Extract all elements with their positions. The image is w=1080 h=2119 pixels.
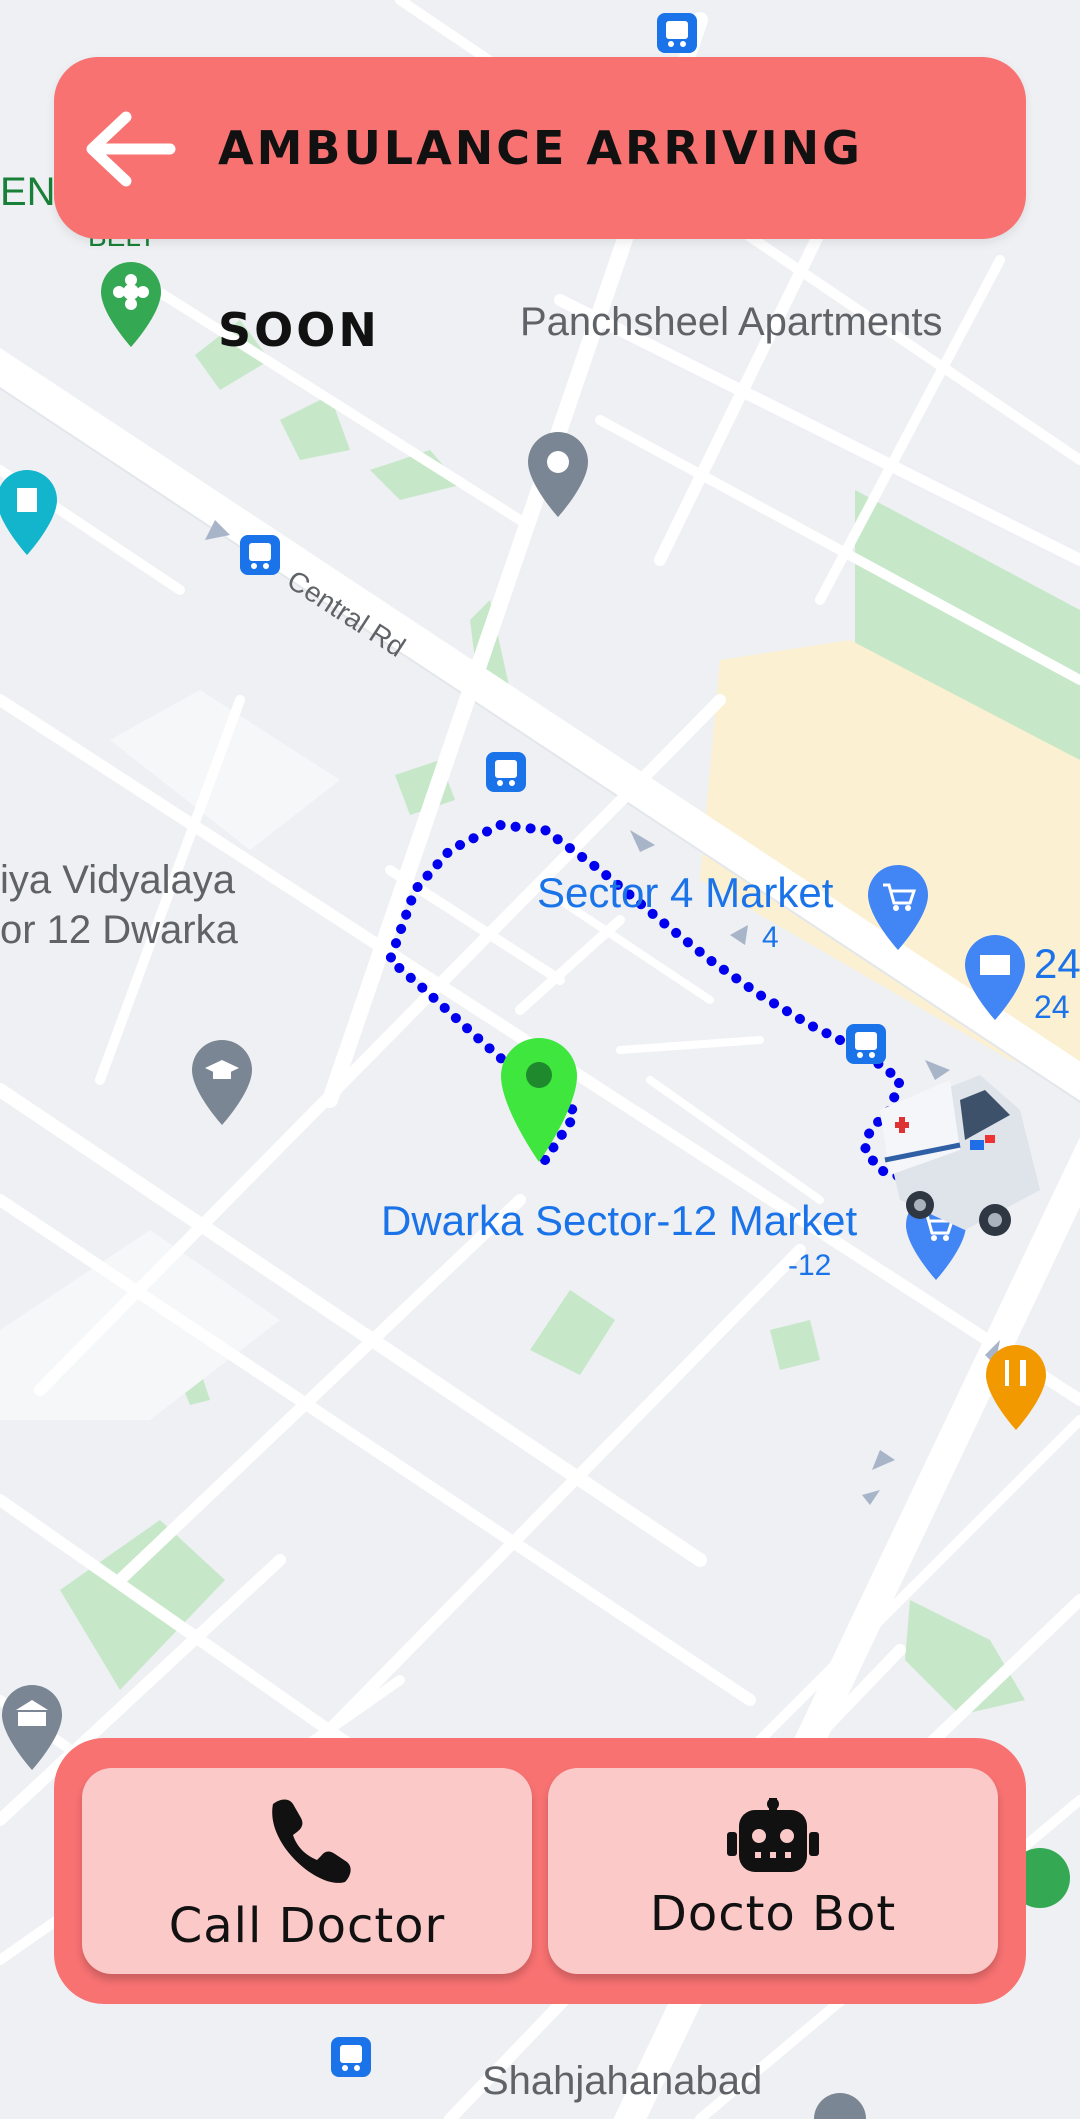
bus-stop-icon bbox=[331, 2037, 371, 2077]
back-button[interactable] bbox=[80, 99, 180, 199]
edge-label-24b: 24 bbox=[1034, 989, 1070, 1025]
phone-icon bbox=[272, 1799, 351, 1883]
arrow-left-icon bbox=[86, 111, 176, 187]
docto-bot-button[interactable]: Docto Bot bbox=[548, 1768, 998, 1974]
bus-stop-icon bbox=[657, 13, 697, 53]
docto-bot-label: Docto Bot bbox=[649, 1886, 897, 1942]
bus-stop-icon bbox=[486, 752, 526, 792]
place-panchsheel: Panchsheel Apartments bbox=[520, 300, 942, 344]
edge-label-en: EN bbox=[0, 170, 56, 214]
place-dwarka12-sub: -12 bbox=[788, 1249, 831, 1282]
place-sector4-market: Sector 4 Market bbox=[537, 869, 834, 916]
bus-stop-icon bbox=[846, 1024, 886, 1064]
place-vidyalaya-1: iya Vidyalaya bbox=[0, 858, 236, 902]
place-dwarka12-market: Dwarka Sector-12 Market bbox=[381, 1197, 857, 1244]
place-sector4-sub: 4 bbox=[762, 921, 779, 954]
place-shahjahanabad: Shahjahanabad bbox=[482, 2059, 762, 2103]
call-doctor-button[interactable]: Call Doctor bbox=[82, 1768, 532, 1974]
edge-label-24: 24 bbox=[1034, 940, 1080, 987]
action-panel: Call Doctor Docto Bot bbox=[54, 1738, 1026, 2004]
robot-icon bbox=[727, 1798, 819, 1872]
header-bar: AMBULANCE ARRIVING SOON bbox=[54, 57, 1026, 357]
call-doctor-label: Call Doctor bbox=[168, 1898, 446, 1954]
bus-stop-icon bbox=[240, 535, 280, 575]
place-vidyalaya-2: or 12 Dwarka bbox=[0, 908, 239, 952]
page-title: AMBULANCE ARRIVING SOON bbox=[218, 121, 863, 357]
